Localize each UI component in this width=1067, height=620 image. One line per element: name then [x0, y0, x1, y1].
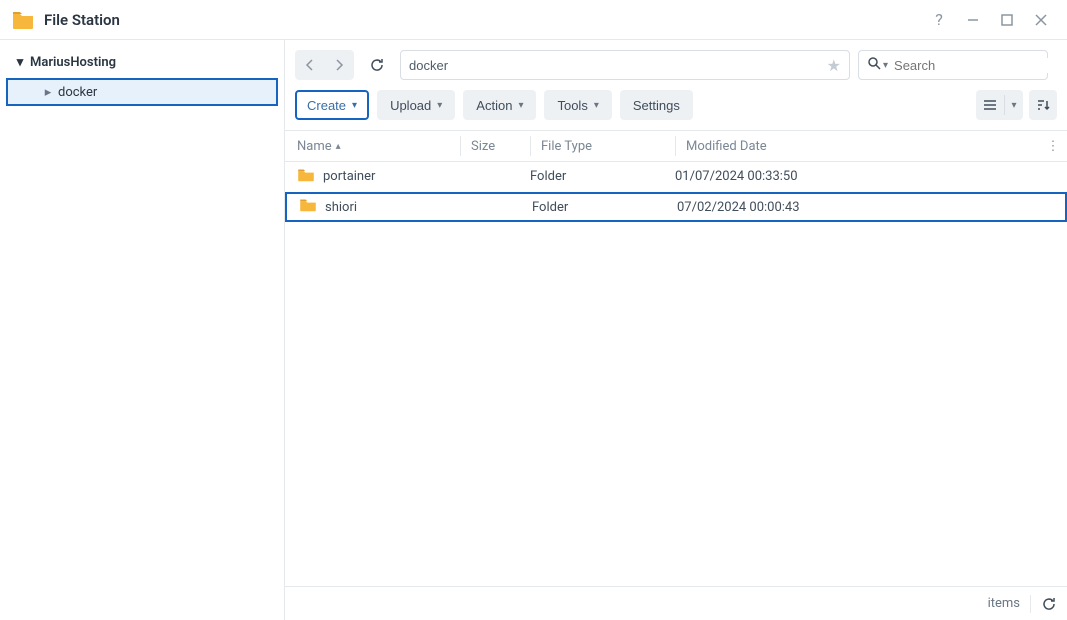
row-modified: 07/02/2024 00:00:43	[677, 200, 1037, 215]
search-box[interactable]: ▾	[858, 50, 1048, 80]
row-modified: 01/07/2024 00:33:50	[675, 169, 1039, 184]
table-row[interactable]: portainer Folder01/07/2024 00:33:50	[285, 162, 1067, 192]
toolbar-nav: ★ ▾	[285, 40, 1067, 84]
path-input[interactable]: ★	[400, 50, 850, 80]
toolbar-actions: Create▾ Upload▾ Action▾ Tools▾ Settings	[285, 84, 1067, 130]
app-title: File Station	[44, 11, 120, 29]
column-name[interactable]: Name ▴	[285, 139, 460, 154]
row-type: Folder	[530, 169, 675, 184]
column-modified[interactable]: Modified Date	[675, 136, 1039, 156]
sort-asc-icon: ▴	[336, 141, 341, 152]
maximize-icon[interactable]	[993, 6, 1021, 34]
minimize-icon[interactable]	[959, 6, 987, 34]
table-row[interactable]: shiori Folder07/02/2024 00:00:43	[285, 192, 1067, 222]
statusbar: items	[285, 586, 1067, 620]
create-button[interactable]: Create▾	[295, 90, 369, 120]
row-name: portainer	[323, 169, 375, 184]
folder-icon	[299, 198, 317, 216]
tree-root-label: MariusHosting	[30, 55, 116, 70]
upload-button[interactable]: Upload▾	[377, 90, 455, 120]
tools-button[interactable]: Tools▾	[544, 90, 611, 120]
nav-back-button[interactable]	[295, 50, 325, 80]
table-header: Name ▴ Size File Type Modified Date ⋮	[285, 130, 1067, 162]
close-icon[interactable]	[1027, 6, 1055, 34]
view-dropdown-button[interactable]: ▾	[1005, 90, 1023, 120]
main-panel: ★ ▾ Create▾ Upload▾	[285, 40, 1067, 620]
help-icon[interactable]: ?	[925, 6, 953, 34]
status-items-label: items	[988, 596, 1020, 611]
column-type[interactable]: File Type	[530, 136, 675, 156]
settings-button[interactable]: Settings	[620, 90, 693, 120]
sidebar: ▾ MariusHosting ▸ docker	[0, 40, 285, 620]
search-input[interactable]	[894, 58, 1067, 73]
tree-item-docker[interactable]: ▸ docker	[6, 78, 278, 106]
path-field[interactable]	[409, 58, 821, 73]
caret-down-icon: ▾	[437, 100, 442, 111]
chevron-down-icon[interactable]: ▾	[883, 60, 888, 71]
column-more-icon[interactable]: ⋮	[1039, 139, 1067, 154]
action-button[interactable]: Action▾	[463, 90, 536, 120]
tree-root[interactable]: ▾ MariusHosting	[0, 48, 284, 76]
table-body: portainerFolder01/07/2024 00:33:50shiori…	[285, 162, 1067, 586]
row-name: shiori	[325, 200, 357, 215]
caret-down-icon: ▾	[352, 100, 357, 111]
folder-icon	[297, 168, 315, 186]
row-type: Folder	[532, 200, 677, 215]
titlebar: File Station ?	[0, 0, 1067, 40]
status-refresh-button[interactable]	[1041, 596, 1057, 612]
caret-down-icon: ▾	[518, 100, 523, 111]
app-folder-icon	[12, 10, 34, 30]
caret-down-icon: ▾	[594, 100, 599, 111]
sort-button[interactable]	[1029, 90, 1057, 120]
nav-forward-button[interactable]	[324, 50, 354, 80]
view-list-button[interactable]	[976, 90, 1004, 120]
caret-down-icon: ▾	[14, 55, 26, 70]
star-icon[interactable]: ★	[821, 56, 841, 75]
refresh-button[interactable]	[362, 50, 392, 80]
column-size[interactable]: Size	[460, 136, 530, 156]
caret-right-icon: ▸	[42, 85, 54, 100]
tree-item-label: docker	[58, 85, 97, 100]
search-icon	[867, 56, 881, 74]
